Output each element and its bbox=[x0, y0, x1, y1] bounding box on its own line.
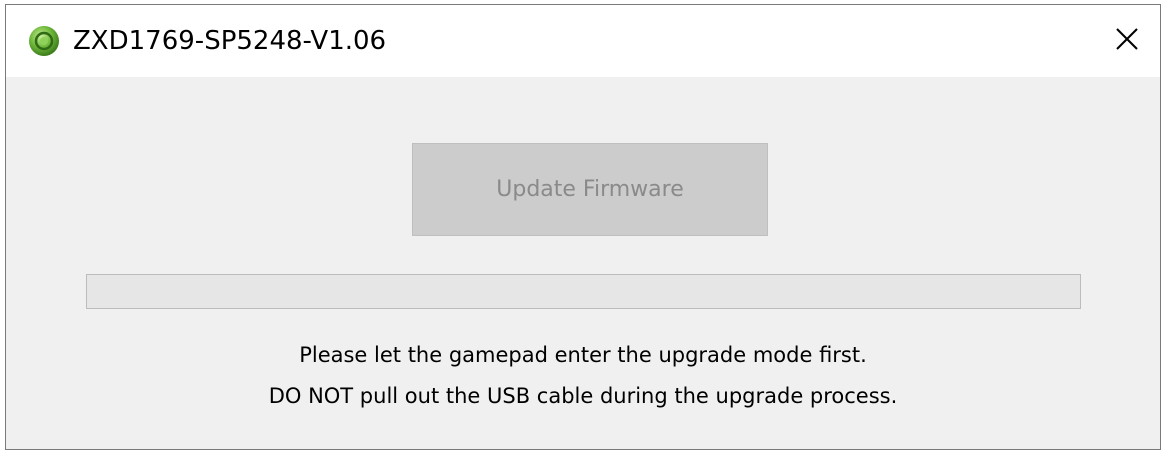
close-icon bbox=[1115, 27, 1139, 55]
window-title: ZXD1769-SP5248-V1.06 bbox=[73, 26, 387, 56]
instruction-text-line1: Please let the gamepad enter the upgrade… bbox=[299, 343, 867, 367]
update-firmware-button[interactable]: Update Firmware bbox=[412, 143, 768, 236]
firmware-update-window: ZXD1769-SP5248-V1.06 Update Firmware Ple… bbox=[5, 4, 1161, 450]
title-bar[interactable]: ZXD1769-SP5248-V1.06 bbox=[6, 5, 1160, 77]
warning-text-line2: DO NOT pull out the USB cable during the… bbox=[268, 384, 898, 408]
close-button[interactable] bbox=[1094, 5, 1160, 77]
upgrade-progress-bar bbox=[86, 274, 1081, 309]
green-orb-icon bbox=[28, 25, 60, 57]
